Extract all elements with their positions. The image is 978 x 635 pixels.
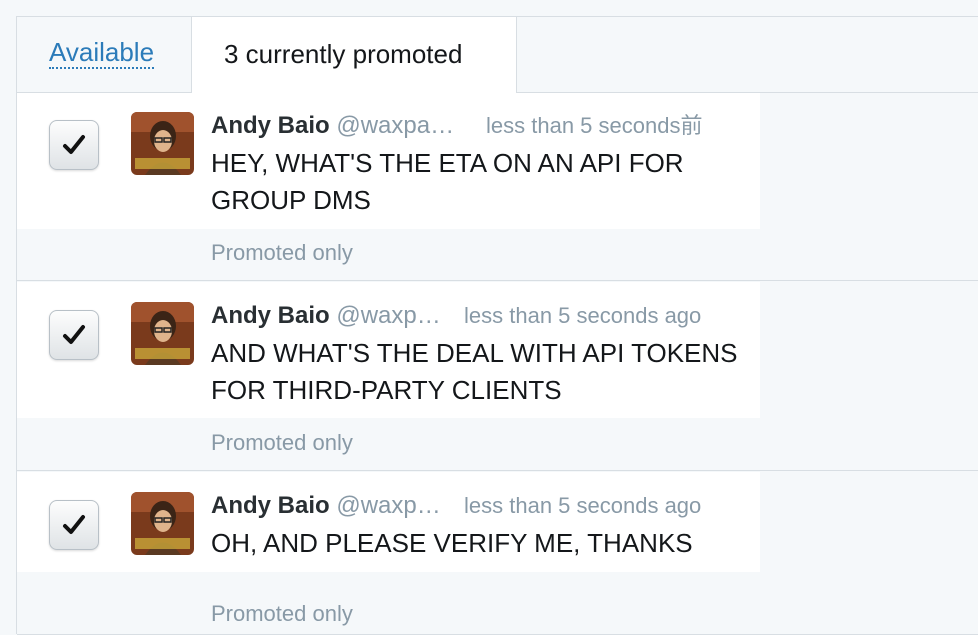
tweet-header: Andy Baio @waxpa…	[211, 111, 454, 141]
tab-currently-promoted[interactable]: 3 currently promoted	[191, 17, 517, 93]
checkmark-icon	[63, 325, 85, 344]
promoted-only-label: Promoted only	[211, 430, 353, 455]
tweet-timestamp[interactable]: less than 5 seconds前	[486, 111, 702, 141]
tweet-timestamp[interactable]: less than 5 seconds ago	[464, 491, 701, 521]
promoted-only-label: Promoted only	[211, 240, 353, 265]
select-checkbox[interactable]	[49, 310, 99, 360]
checkmark-icon	[63, 135, 85, 154]
tweet-text: HEY, WHAT'S THE ETA ON AN API FOR GROUP …	[211, 148, 684, 215]
row-divider	[17, 280, 978, 281]
promoted-tweets-panel: Available 3 currently promoted Andy Baio…	[16, 16, 978, 635]
tweet-timestamp[interactable]: less than 5 seconds ago	[464, 301, 701, 331]
author-handle[interactable]: @waxpa…	[336, 112, 454, 139]
checkmark-icon	[63, 515, 85, 534]
tweet-text: OH, AND PLEASE VERIFY ME, THANKS	[211, 528, 693, 558]
user-avatar-icon	[131, 112, 194, 175]
user-avatar-icon	[131, 302, 194, 365]
avatar[interactable]	[131, 492, 194, 555]
author-handle[interactable]: @waxp…	[336, 302, 440, 329]
tweet-text: AND WHAT'S THE DEAL WITH API TOKENS FOR …	[211, 338, 738, 405]
tweet-header: Andy Baio @waxp…	[211, 301, 441, 331]
tab-available[interactable]: Available	[49, 37, 155, 69]
tweet-row: Andy Baio @waxp… less than 5 seconds ago…	[17, 472, 978, 635]
user-avatar-icon	[131, 492, 194, 555]
tweet-card: Andy Baio @waxp… less than 5 seconds ago…	[17, 282, 760, 418]
author-name[interactable]: Andy Baio	[211, 112, 330, 139]
avatar[interactable]	[131, 112, 194, 175]
tweet-row: Andy Baio @waxpa… less than 5 seconds前 H…	[17, 93, 978, 281]
author-name[interactable]: Andy Baio	[211, 302, 330, 329]
tab-currently-promoted-label: 3 currently promoted	[224, 39, 463, 69]
tweet-row: Andy Baio @waxp… less than 5 seconds ago…	[17, 282, 978, 471]
tweet-card: Andy Baio @waxp… less than 5 seconds ago…	[17, 472, 760, 572]
tab-bar: Available 3 currently promoted	[17, 17, 978, 93]
tweet-header: Andy Baio @waxp…	[211, 491, 441, 521]
promoted-only-label: Promoted only	[211, 601, 353, 626]
author-name[interactable]: Andy Baio	[211, 492, 330, 519]
tweet-card: Andy Baio @waxpa… less than 5 seconds前 H…	[17, 93, 760, 229]
avatar[interactable]	[131, 302, 194, 365]
select-checkbox[interactable]	[49, 120, 99, 170]
row-divider	[17, 470, 978, 471]
select-checkbox[interactable]	[49, 500, 99, 550]
author-handle[interactable]: @waxp…	[336, 492, 440, 519]
